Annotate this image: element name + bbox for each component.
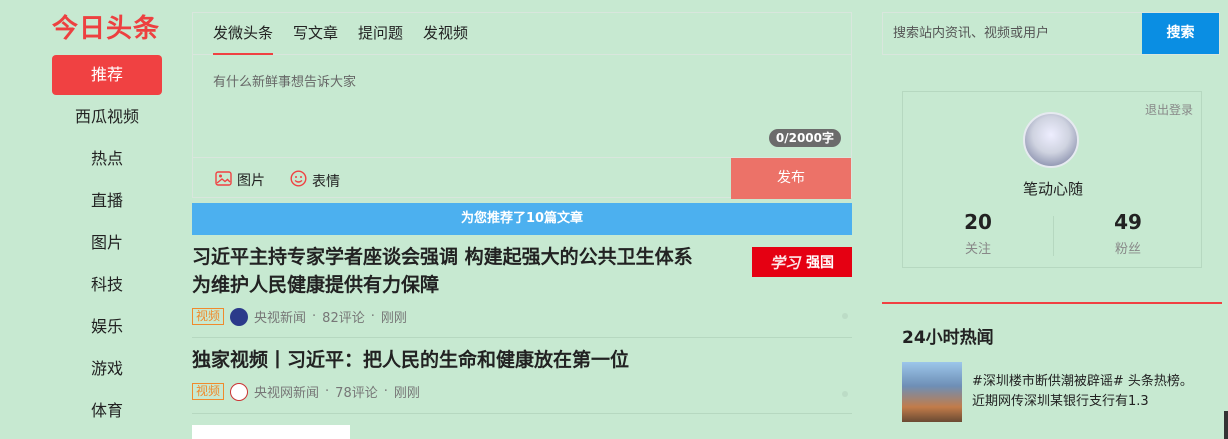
add-image-button[interactable]: 图片 <box>215 170 265 190</box>
search-bar: 搜索 <box>882 12 1220 55</box>
following-stat[interactable]: 20 关注 <box>903 210 1053 257</box>
meta-separator: · <box>312 309 317 324</box>
source-name[interactable]: 央视网新闻 <box>254 382 319 401</box>
composer-textarea[interactable]: 有什么新鲜事想告诉大家 <box>213 71 356 90</box>
nav-item-hot[interactable]: 热点 <box>52 139 162 179</box>
image-icon <box>215 170 232 190</box>
logout-link[interactable]: 退出登录 <box>1145 101 1193 118</box>
thumbnail-text: 强国 <box>806 255 834 271</box>
post-composer: 发微头条 写文章 提问题 发视频 有什么新鲜事想告诉大家 0/2000字 图片 … <box>192 12 852 199</box>
feed-item-title[interactable]: 独家视频丨习近平：把人民的生命和健康放在第一位 <box>192 346 852 374</box>
meta-separator: · <box>325 384 330 399</box>
char-counter: 0/2000字 <box>768 129 841 147</box>
nav-item-live[interactable]: 直播 <box>52 181 162 221</box>
emoji-icon <box>290 170 307 191</box>
nav-item-pictures[interactable]: 图片 <box>52 223 162 263</box>
feed-thumbnail[interactable]: 学习 强国 <box>752 247 852 277</box>
publish-time: 刚刚 <box>380 311 407 326</box>
thumbnail-script-text: 学习 <box>769 253 800 272</box>
source-avatar[interactable] <box>230 307 249 326</box>
nav-item-sports[interactable]: 体育 <box>52 391 162 431</box>
feed-item[interactable]: 独家视频丨习近平：把人民的生命和健康放在第一位 视频 央视网新闻 · 78评论 … <box>192 346 852 414</box>
image-label: 图片 <box>237 173 265 189</box>
nav-item-entertainment[interactable]: 娱乐 <box>52 307 162 347</box>
avatar[interactable] <box>1023 112 1079 168</box>
publish-time: 刚刚 <box>393 386 420 401</box>
emoji-label: 表情 <box>312 173 340 190</box>
hot-news-title: 24小时热闻 <box>902 328 994 348</box>
recommend-banner[interactable]: 为您推荐了10篇文章 <box>192 203 852 235</box>
user-name[interactable]: 笔动心随 <box>903 178 1203 199</box>
user-card: 退出登录 笔动心随 20 关注 49 粉丝 <box>902 91 1202 268</box>
source-name[interactable]: 央视新闻 <box>254 307 306 326</box>
search-button[interactable]: 搜索 <box>1142 13 1219 54</box>
scrollbar[interactable] <box>1224 411 1228 439</box>
meta-separator: · <box>370 309 375 324</box>
composer-toolbar: 图片 表情 发布 <box>193 157 851 199</box>
followers-stat[interactable]: 49 粉丝 <box>1053 210 1203 257</box>
hot-news-item[interactable]: #深圳楼市断供潮被辟谣# 头条热榜。 近期网传深圳某银行支行有1.3 <box>972 372 1202 412</box>
feed-item[interactable]: 习近平主持专家学者座谈会强调 构建起强大的公共卫生体系 为维护人民健康提供有力保… <box>192 243 852 338</box>
dislike-icon[interactable] <box>842 391 848 397</box>
following-count: 20 <box>964 210 992 234</box>
meta-separator: · <box>383 384 388 399</box>
feed-item-meta: 视频 央视新闻 · 82评论 · 刚刚 <box>192 307 852 326</box>
followers-label: 粉丝 <box>1114 242 1141 257</box>
nav-item-games[interactable]: 游戏 <box>52 349 162 389</box>
publish-button[interactable]: 发布 <box>731 158 851 199</box>
tab-write-article[interactable]: 写文章 <box>293 13 338 55</box>
video-tag: 视频 <box>192 383 225 400</box>
nav-item-xigua-video[interactable]: 西瓜视频 <box>52 97 162 137</box>
tab-ask-question[interactable]: 提问题 <box>358 13 403 55</box>
section-divider <box>882 302 1222 304</box>
hot-news-thumbnail[interactable] <box>902 362 962 422</box>
add-emoji-button[interactable]: 表情 <box>290 170 340 191</box>
dislike-icon[interactable] <box>842 313 848 319</box>
source-avatar[interactable] <box>230 382 249 401</box>
feed-thumbnail[interactable] <box>192 425 350 439</box>
tab-post-video[interactable]: 发视频 <box>423 13 468 55</box>
search-input[interactable] <box>883 13 1143 54</box>
tab-micro-post[interactable]: 发微头条 <box>213 13 274 55</box>
video-tag: 视频 <box>192 308 225 325</box>
logo[interactable]: 今日头条 <box>52 8 162 44</box>
comment-count[interactable]: 82评论 <box>322 307 365 326</box>
comment-count[interactable]: 78评论 <box>335 382 378 401</box>
feed-item-meta: 视频 央视网新闻 · 78评论 · 刚刚 <box>192 382 852 401</box>
followers-count: 49 <box>1114 210 1142 234</box>
nav-item-recommend[interactable]: 推荐 <box>52 55 162 95</box>
nav-item-tech[interactable]: 科技 <box>52 265 162 305</box>
following-label: 关注 <box>964 242 991 257</box>
left-nav: 推荐 西瓜视频 热点 直播 图片 科技 娱乐 游戏 体育 <box>52 55 162 433</box>
composer-tabs: 发微头条 写文章 提问题 发视频 <box>193 13 851 55</box>
